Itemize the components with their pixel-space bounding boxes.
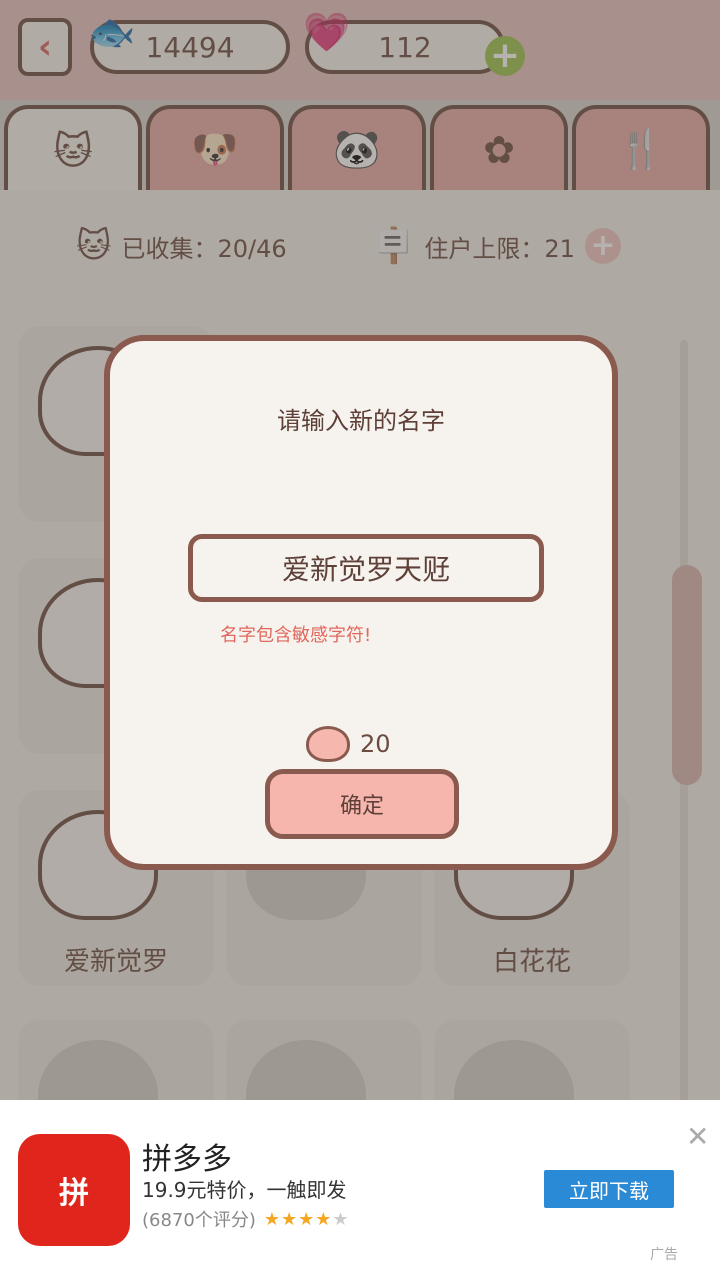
- confirm-button[interactable]: 确定: [265, 769, 459, 839]
- ad-rating: (6870个评分) ★★★★★: [142, 1206, 350, 1232]
- close-icon[interactable]: ✕: [686, 1120, 709, 1153]
- download-button[interactable]: 立即下载: [544, 1170, 674, 1208]
- star-rating-icon: ★★★★★: [263, 1208, 350, 1230]
- cost-value: 20: [360, 730, 391, 758]
- rating-count: (6870个评分): [142, 1210, 256, 1231]
- rename-dialog: 请输入新的名字 名字包含敏感字符! 20 确定: [104, 335, 618, 870]
- ad-banner[interactable]: 拼 拼多多 19.9元特价，一触即发 (6870个评分) ★★★★★ 立即下载 …: [0, 1100, 720, 1280]
- ad-tag: 广告: [650, 1247, 678, 1263]
- ad-description: 19.9元特价，一触即发: [142, 1178, 347, 1202]
- dialog-title: 请输入新的名字: [277, 407, 445, 435]
- ad-title: 拼多多: [142, 1142, 232, 1177]
- logo-text: 拼: [59, 1176, 89, 1211]
- name-input[interactable]: [188, 534, 544, 602]
- heart-icon: [306, 726, 350, 762]
- error-message: 名字包含敏感字符!: [220, 625, 372, 646]
- app-logo[interactable]: 拼: [18, 1134, 130, 1246]
- rename-cost: 20: [306, 726, 391, 762]
